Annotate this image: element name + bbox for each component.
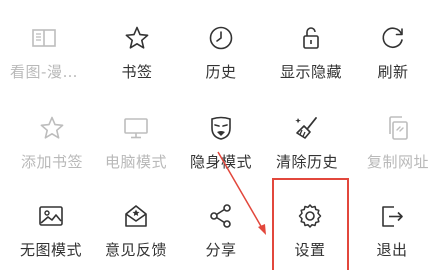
menu-item-label: 添加书签 (20, 153, 83, 171)
browser-menu-grid: 看图-漫… 书签 历史 显示隐藏 刷新 添加书签 电脑模式 隐身模式 清除历史 … (0, 0, 444, 270)
star-icon (40, 116, 64, 139)
menu-item-desktop-mode[interactable]: 电脑模式 (92, 90, 180, 178)
broom-icon (295, 117, 317, 139)
monitor-icon (124, 118, 148, 139)
menu-item-label: 隐身模式 (189, 153, 252, 171)
menu-item-history[interactable]: 历史 (177, 0, 265, 88)
menu-item-clear-history[interactable]: 清除历史 (263, 90, 351, 178)
settings-icon (298, 204, 322, 228)
menu-item-label: 清除历史 (275, 153, 338, 171)
menu-item-label: 电脑模式 (104, 153, 167, 171)
refresh-icon (382, 27, 403, 49)
menu-item-label: 刷新 (377, 63, 409, 81)
book-icon (32, 29, 56, 47)
feedback-icon (125, 205, 147, 227)
lock-icon (303, 27, 319, 49)
menu-item-label: 意见反馈 (104, 241, 167, 259)
share-icon (210, 204, 231, 228)
menu-item-incognito[interactable]: 隐身模式 (177, 90, 265, 178)
menu-item-refresh[interactable]: 刷新 (349, 0, 437, 88)
menu-item-label: 无图模式 (19, 241, 82, 259)
menu-item-label: 分享 (205, 241, 237, 259)
image-icon (39, 206, 63, 226)
copy-icon (389, 116, 408, 140)
menu-item-add-bookmark[interactable]: 添加书签 (8, 90, 96, 178)
menu-item-label: 退出 (376, 241, 408, 259)
menu-item-label: 书签 (121, 63, 153, 81)
clock-icon (209, 26, 233, 50)
menu-item-feedback[interactable]: 意见反馈 (92, 178, 180, 266)
star-icon (125, 26, 149, 49)
menu-item-settings[interactable]: 设置 (266, 178, 354, 266)
menu-item-label: 显示隐藏 (279, 63, 342, 81)
menu-item-exit[interactable]: 退出 (348, 178, 436, 266)
mask-icon (211, 116, 231, 140)
menu-item-bookmarks[interactable]: 书签 (93, 0, 181, 88)
menu-item-label: 看图-漫… (10, 63, 78, 81)
menu-item-no-image-mode[interactable]: 无图模式 (7, 178, 95, 266)
menu-item-share[interactable]: 分享 (177, 178, 265, 266)
menu-item-show-hidden[interactable]: 显示隐藏 (267, 0, 355, 88)
menu-item-reader[interactable]: 看图-漫… (0, 0, 88, 88)
menu-item-label: 复制网址 (366, 153, 429, 171)
menu-item-label: 设置 (294, 241, 326, 259)
menu-item-copy-url[interactable]: 复制网址 (354, 90, 442, 178)
exit-icon (382, 206, 403, 227)
menu-item-label: 历史 (205, 63, 237, 81)
